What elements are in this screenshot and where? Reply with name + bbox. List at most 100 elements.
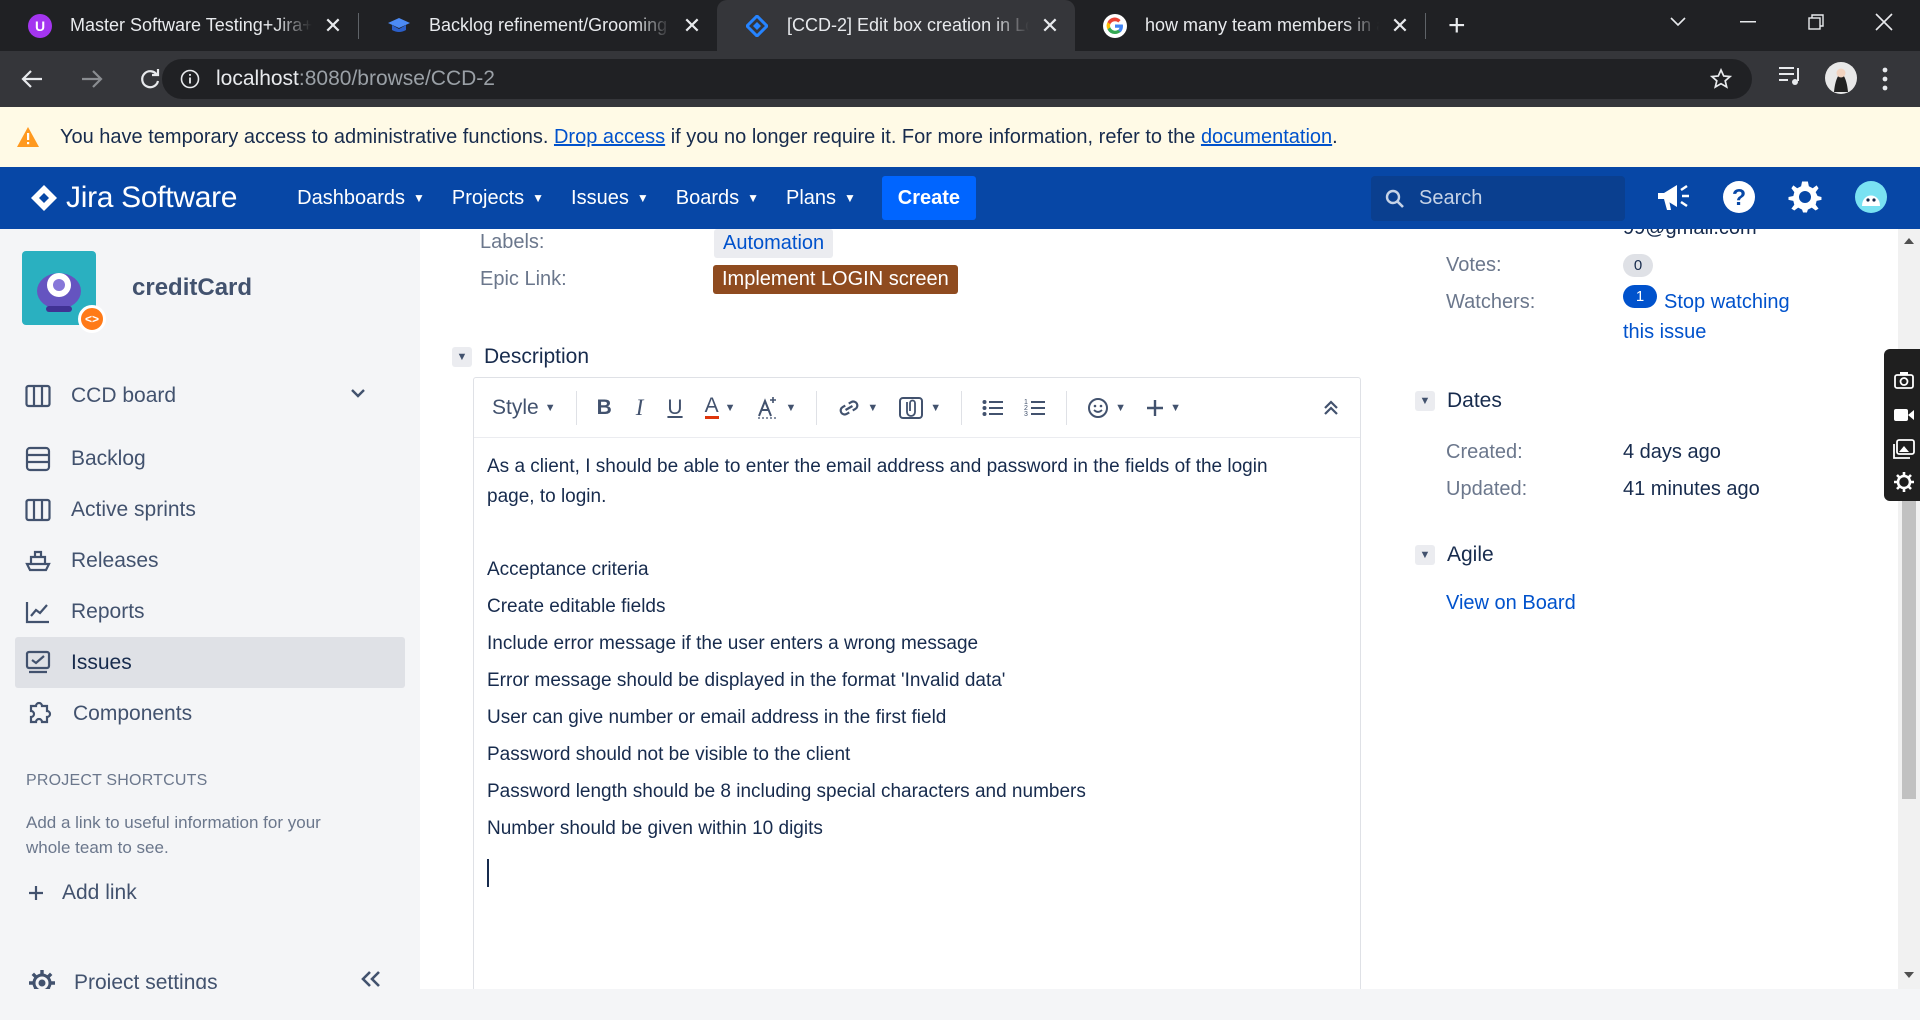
video-icon[interactable] xyxy=(1893,407,1915,423)
attachment-button[interactable]: ▼ xyxy=(898,396,941,420)
announcement-icon[interactable] xyxy=(1655,180,1691,214)
view-on-board-link[interactable]: View on Board xyxy=(1446,592,1576,615)
browser-tab[interactable]: Backlog refinement/Grooming m ✕ xyxy=(359,0,717,51)
project-header[interactable]: <> creditCard xyxy=(22,251,252,333)
tab-search-icon[interactable] xyxy=(1648,0,1708,44)
chevron-down-icon[interactable]: ▼ xyxy=(1415,391,1435,411)
close-tab-icon[interactable]: ✕ xyxy=(1389,13,1411,38)
settings-gear-icon[interactable] xyxy=(1788,180,1822,214)
updated-value: 41 minutes ago xyxy=(1623,478,1760,500)
drop-access-link[interactable]: Drop access xyxy=(554,126,665,149)
close-window-icon[interactable] xyxy=(1854,0,1914,44)
search-input[interactable]: Search xyxy=(1371,176,1625,221)
style-dropdown[interactable]: Style ▼ xyxy=(492,396,556,420)
stop-watching-link[interactable]: Stop watching this issue xyxy=(1623,287,1823,347)
browser-tab[interactable]: how many team members in agil ✕ xyxy=(1075,0,1425,51)
close-tab-icon[interactable]: ✕ xyxy=(1039,13,1061,38)
tab-title: Backlog refinement/Grooming m xyxy=(429,15,671,35)
board-icon xyxy=(25,384,51,407)
chevron-down-icon[interactable]: ▼ xyxy=(1415,545,1435,565)
browser-tab-active[interactable]: [CCD-2] Edit box creation in Logi ✕ xyxy=(717,0,1075,51)
nav-projects[interactable]: Projects ▼ xyxy=(452,187,544,210)
jira-logo[interactable]: Jira Software xyxy=(30,181,237,215)
collapse-sidebar-icon[interactable] xyxy=(360,970,382,988)
criteria-line: Password should not be visible to the cl… xyxy=(487,744,851,765)
sidebar-item-backlog[interactable]: Backlog xyxy=(15,433,405,484)
minimize-icon[interactable] xyxy=(1718,0,1778,44)
text-effects-icon xyxy=(757,396,778,419)
gear-icon[interactable] xyxy=(1894,472,1914,492)
backlog-icon xyxy=(25,446,51,471)
page-scrollbar[interactable] xyxy=(1898,229,1920,989)
jira-header: Jira Software Dashboards ▼ Projects ▼ Issu… xyxy=(0,167,1920,229)
emoji-icon xyxy=(1088,397,1109,418)
nav-plans[interactable]: Plans ▼ xyxy=(786,187,856,210)
description-editor[interactable]: Style ▼ B I U A ▼ ▼ ▼ ▼ 12 3 ▼ ▼ As a cl… xyxy=(473,377,1361,989)
sidebar-item-issues[interactable]: Issues xyxy=(15,637,405,688)
chevron-down-icon: ▼ xyxy=(532,191,545,205)
numbered-list-button[interactable]: 123 xyxy=(1024,398,1046,418)
description-heading[interactable]: ▼ Description xyxy=(452,345,589,369)
camera-icon[interactable] xyxy=(1894,371,1914,389)
close-tab-icon[interactable]: ✕ xyxy=(681,13,703,38)
scroll-up-icon[interactable] xyxy=(1903,237,1915,245)
updated-label: Updated: xyxy=(1446,478,1528,500)
emoji-button[interactable]: ▼ xyxy=(1087,397,1126,419)
agile-heading[interactable]: ▼ Agile xyxy=(1415,543,1494,567)
bookmark-star-icon[interactable] xyxy=(1710,68,1732,90)
nav-dashboards[interactable]: Dashboards ▼ xyxy=(297,187,425,210)
puzzle-icon xyxy=(29,701,52,723)
italic-button[interactable]: I xyxy=(636,395,644,421)
sidebar-item-active-sprints[interactable]: Active sprints xyxy=(15,484,405,535)
sidebar-item-components[interactable]: Components xyxy=(15,688,405,739)
create-button[interactable]: Create xyxy=(881,176,976,220)
criteria-line: Password length should be 8 including sp… xyxy=(487,781,1086,802)
text-effects-button[interactable]: ▼ xyxy=(756,396,796,419)
editor-content[interactable]: As a client, I should be able to enter t… xyxy=(474,438,1360,901)
close-tab-icon[interactable]: ✕ xyxy=(322,13,344,38)
search-placeholder: Search xyxy=(1419,187,1483,209)
gallery-icon[interactable] xyxy=(1893,439,1915,459)
chart-icon xyxy=(25,601,49,623)
user-avatar[interactable] xyxy=(1854,180,1888,214)
scrollbar-thumb[interactable] xyxy=(1902,489,1916,799)
chevron-down-icon: ▼ xyxy=(413,191,425,205)
dates-heading[interactable]: ▼ Dates xyxy=(1415,389,1502,413)
chevron-down-icon[interactable]: ▼ xyxy=(452,347,472,367)
documentation-link[interactable]: documentation xyxy=(1201,126,1332,149)
chevron-down-icon: ▼ xyxy=(1170,401,1181,414)
nav-issues[interactable]: Issues ▼ xyxy=(571,187,649,210)
label-pill[interactable]: Automation xyxy=(714,229,834,258)
epic-link-pill[interactable]: Implement LOGIN screen xyxy=(713,265,958,294)
warning-icon xyxy=(16,126,40,148)
page-bottom-area xyxy=(0,989,1920,1020)
forward-icon[interactable] xyxy=(72,59,112,99)
votes-count-badge[interactable]: 0 xyxy=(1623,254,1653,277)
back-icon[interactable] xyxy=(12,59,52,99)
sidebar-item-board[interactable]: CCD board xyxy=(15,370,405,421)
media-controls-icon[interactable] xyxy=(1778,65,1802,87)
address-bar[interactable]: localhost:8080/browse/CCD-2 xyxy=(162,59,1752,99)
bold-button[interactable]: B xyxy=(597,396,612,420)
add-link-button[interactable]: Add link xyxy=(28,881,137,905)
new-tab-icon[interactable]: + xyxy=(1448,9,1466,43)
restore-icon[interactable] xyxy=(1786,0,1846,44)
browser-tab[interactable]: U Master Software Testing+Jira+Ag ✕ xyxy=(0,0,358,51)
bullet-list-button[interactable] xyxy=(982,399,1004,417)
text-color-button[interactable]: A ▼ xyxy=(704,395,736,419)
nav-boards[interactable]: Boards ▼ xyxy=(676,187,759,210)
sidebar-item-releases[interactable]: Releases xyxy=(15,535,405,586)
sidebar-item-reports[interactable]: Reports xyxy=(15,586,405,637)
underline-button[interactable]: U xyxy=(667,396,682,420)
chevron-down-icon[interactable] xyxy=(351,388,385,398)
help-icon[interactable]: ? xyxy=(1722,180,1756,214)
insert-more-button[interactable]: ▼ xyxy=(1146,399,1181,417)
profile-avatar[interactable] xyxy=(1824,61,1858,95)
chrome-menu-icon[interactable] xyxy=(1882,67,1888,91)
site-info-icon[interactable] xyxy=(180,69,200,89)
sidebar-item-label: Releases xyxy=(71,548,159,572)
collapse-toolbar-icon[interactable] xyxy=(1324,400,1338,416)
link-button[interactable]: ▼ xyxy=(837,398,878,418)
scroll-down-icon[interactable] xyxy=(1903,971,1915,979)
